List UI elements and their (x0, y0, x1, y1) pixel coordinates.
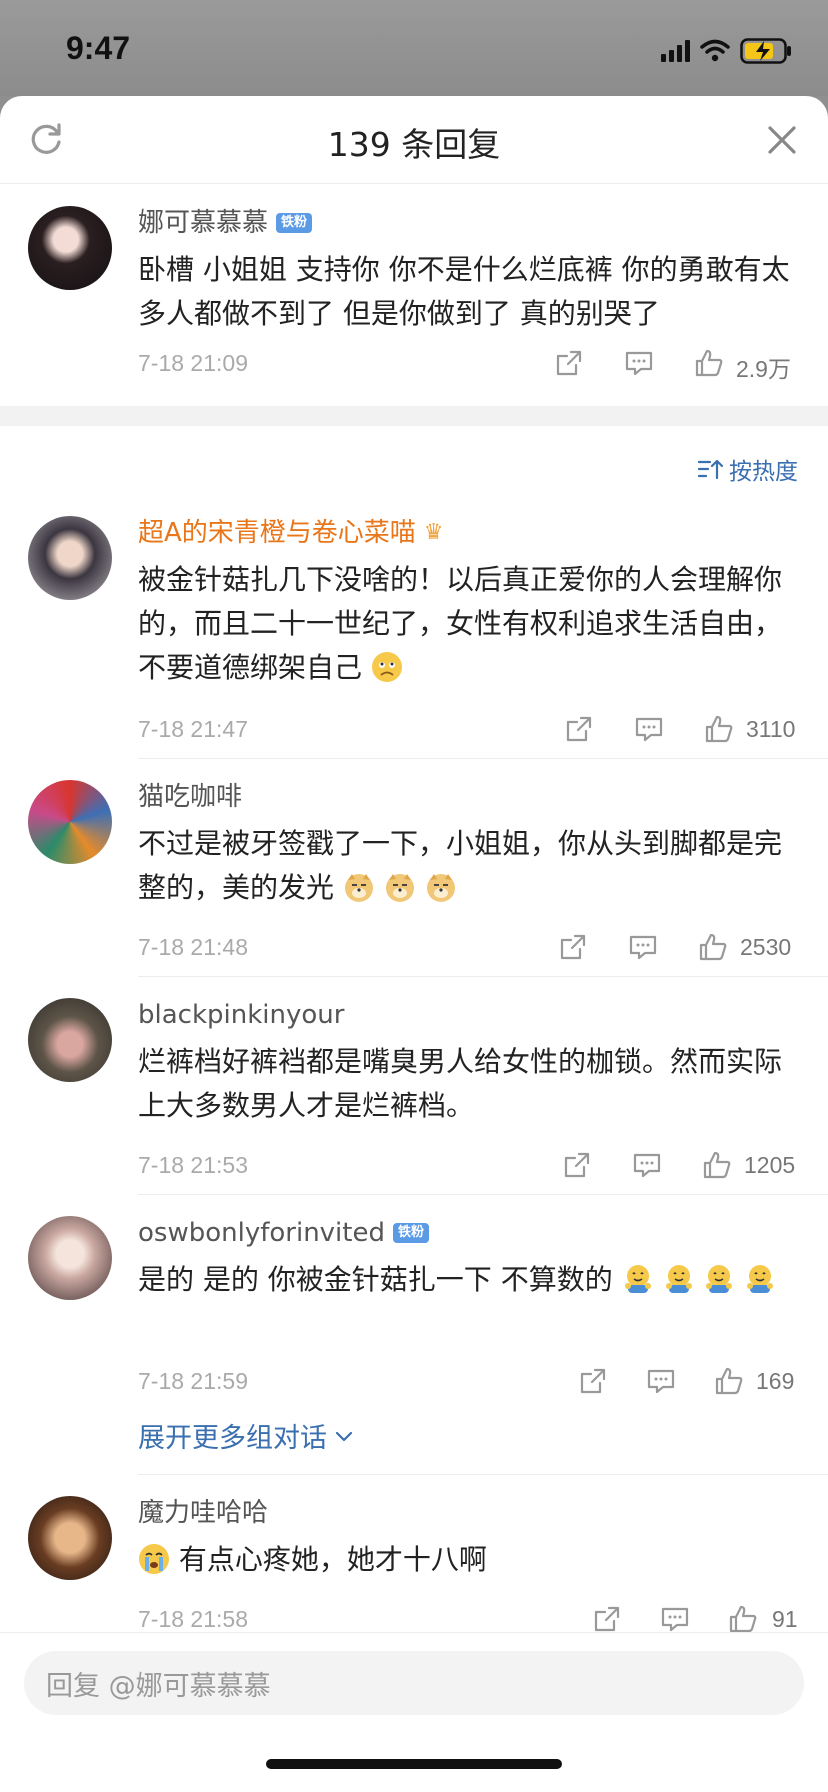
hug-emoji-icon (624, 1265, 651, 1293)
doge-emoji-icon (426, 874, 455, 902)
avatar[interactable] (28, 998, 112, 1082)
crown-icon: ♛ (423, 520, 444, 545)
share-icon[interactable] (578, 1366, 608, 1396)
fan-badge: 铁粉 (392, 1223, 429, 1243)
signal-icon (661, 40, 690, 62)
avatar[interactable] (28, 780, 112, 864)
chevron-down-icon (335, 1431, 353, 1441)
comment-time: 7-18 21:48 (138, 934, 248, 960)
comment-text: 是的 是的 你被金针菇扎一下 不算数的 (138, 1258, 800, 1302)
wifi-icon (700, 39, 730, 62)
comment-time: 7-18 21:09 (138, 350, 248, 376)
fan-badge: 铁粉 (276, 213, 313, 233)
hug-emoji-icon (706, 1265, 733, 1293)
avatar[interactable] (28, 1216, 112, 1300)
crying-emoji-icon (139, 1544, 169, 1574)
comment-author[interactable]: 娜可慕慕慕 (138, 206, 268, 240)
sort-label: 按热度 (729, 459, 798, 485)
like-icon[interactable] (704, 714, 734, 744)
reply-input[interactable]: 回复 @娜可慕慕慕 (24, 1651, 804, 1715)
status-bar: 9:47 (0, 0, 828, 96)
comment-footer: 7-18 21:09 2.9万 (138, 344, 800, 384)
comment-text: 烂裤档好裤裆都是嘴臭男人给女性的枷锁。然而实际上大多数男人才是烂裤档。 (138, 1045, 783, 1122)
like-icon[interactable] (694, 348, 724, 378)
like-icon[interactable] (714, 1366, 744, 1396)
comment-text: 被金针菇扎几下没啥的！以后真正爱你的人会理解你的，而且二十一世纪了，女性有权利追… (138, 558, 800, 690)
comment-icon[interactable] (628, 932, 658, 962)
like-icon[interactable] (702, 1150, 732, 1180)
divider (138, 1194, 828, 1195)
comment-text: 有点心疼她，她才十八啊 (138, 1538, 800, 1582)
hug-emoji-icon (665, 1265, 692, 1293)
sort-icon (697, 459, 723, 480)
sad-face-emoji-icon (371, 652, 402, 682)
avatar[interactable] (28, 206, 112, 290)
comment-author[interactable]: oswbonlyforinvited (138, 1216, 385, 1250)
share-icon[interactable] (564, 714, 594, 744)
reply-bar: 回复 @娜可慕慕慕 (0, 1632, 828, 1792)
section-divider (0, 406, 828, 426)
comment-text: 卧槽 小姐姐 支持你 你不是什么烂底裤 你的勇敢有太多人都做不到了 但是你做到了… (138, 253, 790, 330)
like-icon[interactable] (728, 1604, 758, 1634)
comment-text-content: 是的 是的 你被金针菇扎一下 不算数的 (138, 1263, 613, 1296)
expand-more-link[interactable]: 展开更多组对话 (138, 1416, 355, 1455)
status-time: 9:47 (66, 30, 131, 66)
close-icon[interactable] (762, 120, 802, 160)
like-count: 2530 (740, 934, 792, 960)
share-icon[interactable] (562, 1150, 592, 1180)
comment-author[interactable]: blackpinkinyour (138, 998, 344, 1032)
share-icon[interactable] (554, 348, 584, 378)
hug-emoji-icon (747, 1265, 774, 1293)
doge-emoji-icon (344, 874, 373, 902)
comment-icon[interactable] (660, 1604, 690, 1634)
divider (138, 1474, 828, 1475)
comment-footer: 7-18 21:59 169 (138, 1362, 800, 1402)
comment-icon[interactable] (634, 714, 664, 744)
comment-text-content: 被金针菇扎几下没啥的！以后真正爱你的人会理解你的，而且二十一世纪了，女性有权利追… (138, 563, 783, 684)
sort-button[interactable]: 按热度 (697, 452, 798, 486)
comment-text-content: 有点心疼她，她才十八啊 (178, 1543, 487, 1576)
sheet-title: 139 条回复 (327, 125, 501, 164)
expand-label: 展开更多组对话 (138, 1423, 327, 1454)
comment-author[interactable]: 魔力哇哈哈 (138, 1496, 268, 1530)
status-icons (661, 36, 792, 66)
like-count: 169 (756, 1368, 795, 1394)
like-icon[interactable] (698, 932, 728, 962)
comment-time: 7-18 21:58 (138, 1606, 248, 1632)
share-icon[interactable] (592, 1604, 622, 1634)
comment-text-content: 不过是被牙签戳了一下，小姐姐，你从头到脚都是完整的，美的发光 (138, 827, 783, 904)
divider (138, 758, 828, 759)
comment-author[interactable]: 超A的宋青橙与卷心菜喵 (138, 516, 416, 550)
like-count: 3110 (746, 716, 796, 742)
avatar[interactable] (28, 516, 112, 600)
like-count: 1205 (744, 1152, 796, 1178)
battery-icon (740, 38, 791, 64)
comment-icon[interactable] (624, 348, 654, 378)
reply-placeholder: 回复 @娜可慕慕慕 (46, 1670, 271, 1702)
comment-footer: 7-18 21:53 1205 (138, 1146, 800, 1186)
comment-footer: 7-18 21:47 3110 (138, 710, 800, 750)
like-count: 91 (772, 1606, 798, 1632)
comment-text: 不过是被牙签戳了一下，小姐姐，你从头到脚都是完整的，美的发光 (138, 822, 800, 910)
comment-time: 7-18 21:47 (138, 716, 248, 742)
comment-time: 7-18 21:59 (138, 1368, 248, 1394)
replies-sheet: 139 条回复 娜可慕慕慕 铁粉 卧槽 小姐姐 支持你 你不是什么烂底裤 你的勇… (0, 96, 828, 1792)
comment-time: 7-18 21:53 (138, 1152, 248, 1178)
comment-footer: 7-18 21:48 2530 (138, 928, 800, 968)
sheet-header: 139 条回复 (0, 96, 828, 184)
doge-emoji-icon (385, 874, 414, 902)
divider (138, 976, 828, 977)
home-indicator[interactable] (266, 1759, 562, 1769)
comment-author[interactable]: 猫吃咖啡 (138, 780, 242, 814)
comment-icon[interactable] (632, 1150, 662, 1180)
comment-icon[interactable] (646, 1366, 676, 1396)
share-icon[interactable] (558, 932, 588, 962)
avatar[interactable] (28, 1496, 112, 1580)
like-count: 2.9万 (736, 356, 791, 382)
